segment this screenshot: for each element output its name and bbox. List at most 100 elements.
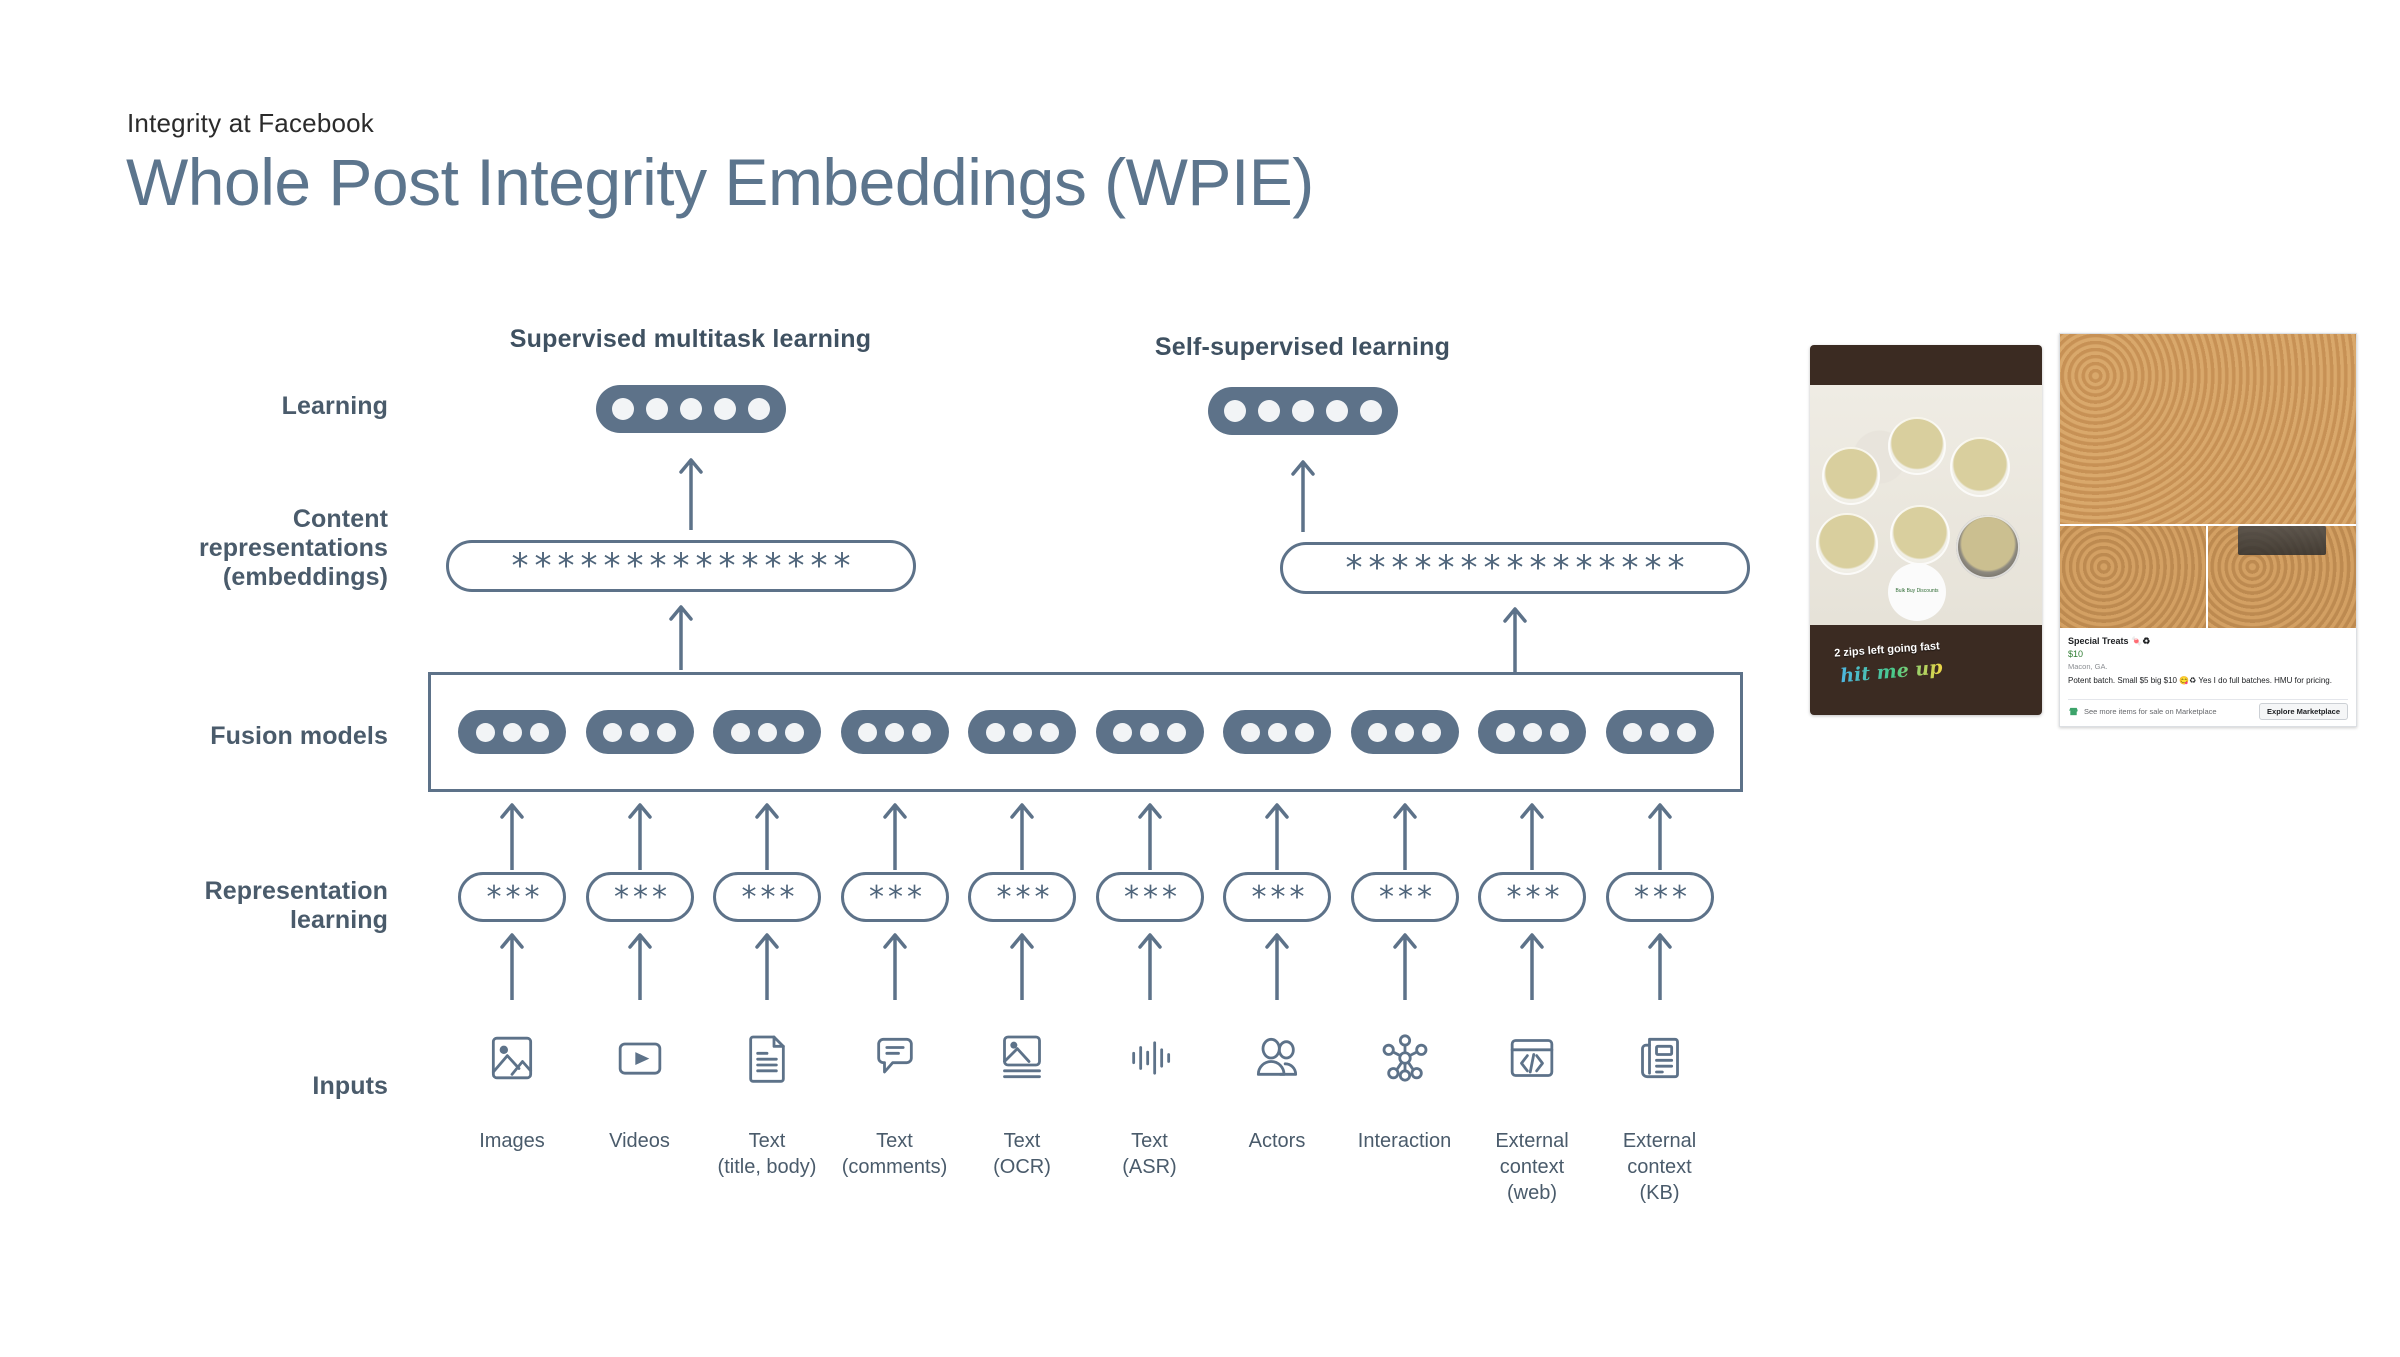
node-dot <box>1623 722 1642 742</box>
brand-sticker-label: Bulk Buy Discounts <box>1895 588 1939 595</box>
newspaper-icon <box>1640 1037 1679 1079</box>
arrow-input-to-representation <box>500 933 524 1000</box>
arrow-embedding-to-learning-self-supervised-learning-node <box>1290 460 1315 532</box>
representation-pill: *** <box>968 872 1076 922</box>
arrow-input-to-representation <box>1392 933 1417 1000</box>
representation-pill: *** <box>585 872 694 922</box>
representation-pill: *** <box>1605 872 1714 922</box>
row-label-fusion-models: Fusion models <box>210 722 388 750</box>
code-browser-icon <box>1510 1039 1554 1077</box>
node-dot <box>603 722 622 742</box>
listing-price: $10 <box>2068 648 2084 659</box>
arrow-representation-to-fusion <box>1265 803 1289 870</box>
arrow-representation-to-fusion <box>627 803 652 870</box>
divider <box>2068 699 2348 700</box>
group-heading-supervised: Supervised multitask learning <box>509 325 872 353</box>
listing-photo-main <box>2060 334 2356 524</box>
fusion-node <box>840 710 949 754</box>
node-dot <box>1039 722 1059 742</box>
embedding-pill-self-supervised-embedding: *************** <box>1280 542 1750 594</box>
node-dot <box>1294 722 1314 742</box>
node-dot <box>611 398 634 420</box>
image-icon <box>491 1036 533 1080</box>
node-dot <box>1113 722 1132 742</box>
representation-pill: *** <box>840 872 949 922</box>
fusion-node <box>458 710 566 754</box>
node-dot <box>1522 722 1542 742</box>
node-dot <box>1223 400 1246 422</box>
node-dot <box>630 722 649 742</box>
arrow-representation-to-fusion <box>1520 803 1544 870</box>
node-dot <box>912 722 931 742</box>
node-dot <box>885 722 904 742</box>
marketplace-listing-example[interactable]: Special Treats 🍬♻ $10 Macon, GA. Potent … <box>2059 333 2357 727</box>
listing-location: Macon, GA. <box>2068 662 2108 672</box>
fusion-node <box>1478 710 1586 754</box>
arrow-representation-to-fusion <box>1647 803 1672 870</box>
listing-photo-thumb <box>2060 526 2206 628</box>
row-label-representation-learning: Representation learning <box>204 877 388 934</box>
representation-pill: *** <box>1223 872 1331 922</box>
fusion-node <box>1605 710 1714 754</box>
arrow-representation-to-fusion <box>882 803 907 870</box>
node-dot <box>858 722 877 742</box>
node-dot <box>1012 722 1032 742</box>
representation-pill: *** <box>458 872 566 922</box>
node-dot <box>679 398 702 420</box>
arrow-representation-to-fusion <box>1010 803 1034 870</box>
node-dot <box>757 722 777 742</box>
listing-description: Potent batch. Small $5 big $10 😋♻ Yes I … <box>2068 676 2332 686</box>
jar <box>1950 437 2010 497</box>
representation-pill: *** <box>713 872 821 922</box>
row-label-learning: Learning <box>281 392 388 420</box>
node-dot <box>1291 400 1314 422</box>
node-dot <box>1549 722 1569 742</box>
listing-footer: See more items for sale on Marketplace E… <box>2068 703 2348 720</box>
jar <box>1956 515 2020 579</box>
network-icon <box>1382 1034 1427 1082</box>
arrow-fusion-to-embedding-supervised-embedding <box>669 605 693 670</box>
explore-marketplace-button[interactable]: Explore Marketplace <box>2259 703 2348 720</box>
arrow-input-to-representation <box>1265 933 1289 1000</box>
video-play-icon <box>618 1042 661 1075</box>
input-label-external-kb: External context (KB) <box>1622 1130 1697 1204</box>
node-dot <box>657 722 676 742</box>
row-label-content-representations: Content representations (embeddings) <box>198 505 388 591</box>
arrow-input-to-representation <box>1010 933 1034 1000</box>
node-dot <box>1395 722 1414 742</box>
node-dot <box>1167 722 1186 742</box>
node-dot <box>713 398 736 420</box>
node-dot <box>1267 722 1287 742</box>
listing-footer-text: See more items for sale on Marketplace <box>2084 707 2217 716</box>
representation-pill: *** <box>1478 872 1586 922</box>
node-dot <box>645 398 668 420</box>
slide: Integrity at Facebook Whole Post Integri… <box>0 0 2400 1357</box>
jar <box>1816 513 1878 575</box>
arrow-representation-to-fusion <box>500 803 524 870</box>
row-label-inputs: Inputs <box>312 1072 388 1100</box>
node-dot <box>730 722 750 742</box>
arrow-input-to-representation <box>755 933 779 1000</box>
jar <box>1888 417 1946 475</box>
story-post-example[interactable]: Bulk Buy Discounts 2 zips left going fas… <box>1810 345 2042 715</box>
arrow-representation-to-fusion <box>1137 803 1162 870</box>
fusion-node <box>713 710 821 754</box>
image-text-icon <box>1003 1035 1041 1079</box>
node-dot <box>1495 722 1515 742</box>
representation-pill: *** <box>1095 872 1204 922</box>
jar <box>1890 505 1950 565</box>
node-dot <box>747 398 770 420</box>
embedding-pill-supervised-embedding: *************** <box>446 540 916 592</box>
story-photo: Bulk Buy Discounts <box>1810 385 2042 625</box>
arrow-representation-to-fusion <box>755 803 779 870</box>
arrow-fusion-to-embedding-self-supervised-embedding <box>1503 607 1527 672</box>
arrow-embedding-to-learning-supervised-learning-node <box>678 458 703 530</box>
group-heading-self-supervised: Self-supervised learning <box>1154 333 1451 361</box>
jar <box>1822 447 1880 505</box>
comment-icon <box>876 1037 913 1074</box>
representation-pill: *** <box>1350 872 1459 922</box>
audio-wave-icon <box>1131 1041 1170 1075</box>
arrow-input-to-representation <box>882 933 907 1000</box>
fusion-node <box>585 710 694 754</box>
brand-sticker: Bulk Buy Discounts <box>1888 563 1946 621</box>
